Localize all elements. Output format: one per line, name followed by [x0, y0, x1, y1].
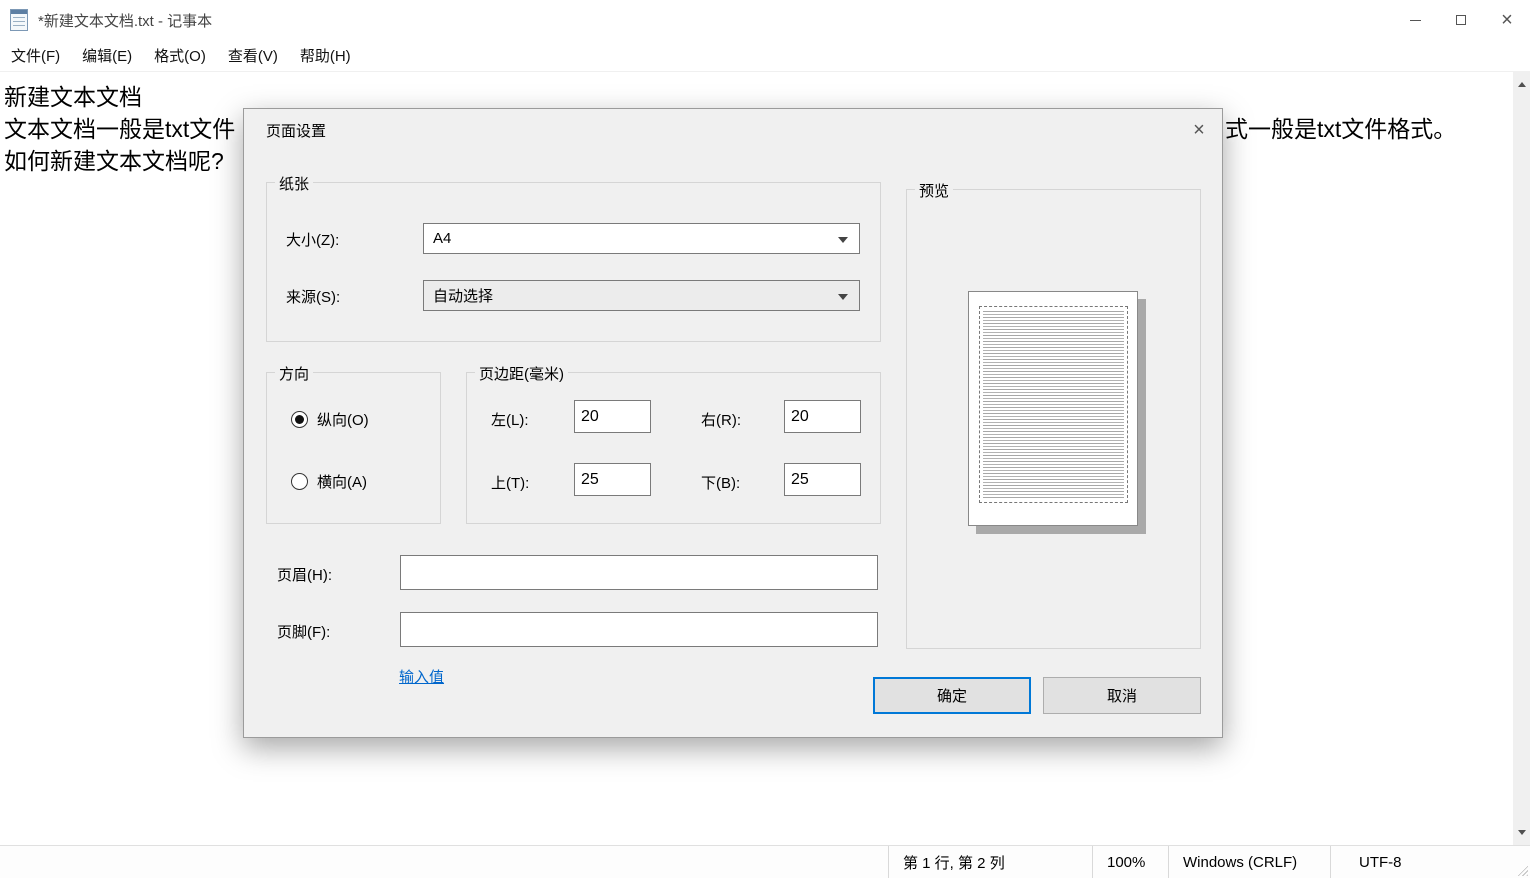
- close-icon: ×: [1501, 10, 1513, 30]
- landscape-radio-row[interactable]: 横向(A): [291, 471, 367, 492]
- orientation-group-label: 方向: [275, 363, 313, 384]
- preview-margin-outline: [979, 306, 1128, 503]
- dialog-title-bar: 页面设置 ×: [244, 109, 1222, 151]
- chevron-down-icon: [838, 237, 848, 243]
- vertical-scrollbar[interactable]: [1513, 72, 1530, 845]
- margin-top-input[interactable]: [574, 463, 651, 496]
- menu-file[interactable]: 文件(F): [0, 40, 71, 72]
- minimize-icon: [1410, 20, 1421, 21]
- margin-bottom-label: 下(B):: [701, 472, 740, 493]
- editor-line-2-left: 文本文档一般是txt文件: [4, 110, 235, 144]
- editor-line-2-right: 式一般是txt文件格式。: [1225, 110, 1456, 144]
- status-bar: 第 1 行, 第 2 列 100% Windows (CRLF) UTF-8: [0, 845, 1530, 878]
- editor-line-3: 如何新建文本文档呢?: [4, 142, 224, 176]
- scroll-up-button[interactable]: [1513, 76, 1530, 93]
- status-zoom-level: 100%: [1092, 846, 1168, 878]
- page-setup-dialog: 页面设置 × 纸张 大小(Z): A4 来源(S): 自动选择 方向 纵向(O)…: [243, 108, 1223, 738]
- scroll-down-button[interactable]: [1513, 824, 1530, 841]
- paper-source-label: 来源(S):: [286, 286, 340, 307]
- margin-right-label: 右(R):: [701, 409, 741, 430]
- portrait-label: 纵向(O): [317, 409, 369, 430]
- input-value-link[interactable]: 输入值: [399, 666, 444, 687]
- landscape-label: 横向(A): [317, 471, 367, 492]
- close-button[interactable]: ×: [1484, 0, 1530, 40]
- preview-page-thumbnail: [968, 291, 1138, 526]
- paper-group-label: 纸张: [275, 173, 313, 194]
- paper-size-value: A4: [433, 230, 451, 247]
- landscape-radio[interactable]: [291, 473, 308, 490]
- minimize-button[interactable]: [1392, 0, 1438, 40]
- cancel-button[interactable]: 取消: [1043, 677, 1201, 714]
- portrait-radio[interactable]: [291, 411, 308, 428]
- margin-top-label: 上(T):: [491, 472, 529, 493]
- ok-button[interactable]: 确定: [873, 677, 1031, 714]
- arrow-down-icon: [1518, 830, 1526, 835]
- orientation-groupbox: 方向: [266, 372, 441, 524]
- status-encoding: UTF-8: [1330, 846, 1496, 878]
- margin-right-input[interactable]: [784, 400, 861, 433]
- maximize-icon: [1456, 15, 1466, 25]
- margin-left-input[interactable]: [574, 400, 651, 433]
- margin-bottom-input[interactable]: [784, 463, 861, 496]
- dialog-close-button[interactable]: ×: [1176, 109, 1222, 151]
- menu-bar: 文件(F) 编辑(E) 格式(O) 查看(V) 帮助(H): [0, 40, 1530, 72]
- preview-group-label: 预览: [915, 180, 953, 201]
- portrait-radio-row[interactable]: 纵向(O): [291, 409, 369, 430]
- menu-view[interactable]: 查看(V): [217, 40, 289, 72]
- window-title: *新建文本文档.txt - 记事本: [38, 10, 212, 31]
- margin-left-label: 左(L):: [491, 409, 529, 430]
- footer-input[interactable]: [400, 612, 878, 647]
- margins-group-label: 页边距(毫米): [475, 363, 568, 384]
- title-bar: *新建文本文档.txt - 记事本 ×: [0, 0, 1530, 40]
- status-cursor-position: 第 1 行, 第 2 列: [888, 846, 1092, 878]
- menu-edit[interactable]: 编辑(E): [71, 40, 143, 72]
- chevron-down-icon: [838, 294, 848, 300]
- editor-line-1: 新建文本文档: [4, 78, 142, 112]
- notepad-icon: [10, 9, 28, 31]
- paper-source-value: 自动选择: [433, 285, 493, 306]
- window-controls: ×: [1392, 0, 1530, 40]
- header-input[interactable]: [400, 555, 878, 590]
- paper-size-label: 大小(Z):: [286, 229, 339, 250]
- status-line-ending: Windows (CRLF): [1168, 846, 1330, 878]
- paper-groupbox: 纸张: [266, 182, 881, 342]
- header-label: 页眉(H):: [277, 564, 332, 585]
- preview-text-lines: [983, 311, 1124, 498]
- menu-format[interactable]: 格式(O): [143, 40, 217, 72]
- footer-label: 页脚(F):: [277, 621, 330, 642]
- arrow-up-icon: [1518, 82, 1526, 87]
- dialog-close-icon: ×: [1193, 119, 1205, 142]
- menu-help[interactable]: 帮助(H): [289, 40, 362, 72]
- margins-groupbox: 页边距(毫米): [466, 372, 881, 524]
- resize-grip[interactable]: [1515, 863, 1528, 876]
- paper-size-select[interactable]: A4: [423, 223, 860, 254]
- dialog-title: 页面设置: [266, 120, 326, 141]
- maximize-button[interactable]: [1438, 0, 1484, 40]
- paper-source-select[interactable]: 自动选择: [423, 280, 860, 311]
